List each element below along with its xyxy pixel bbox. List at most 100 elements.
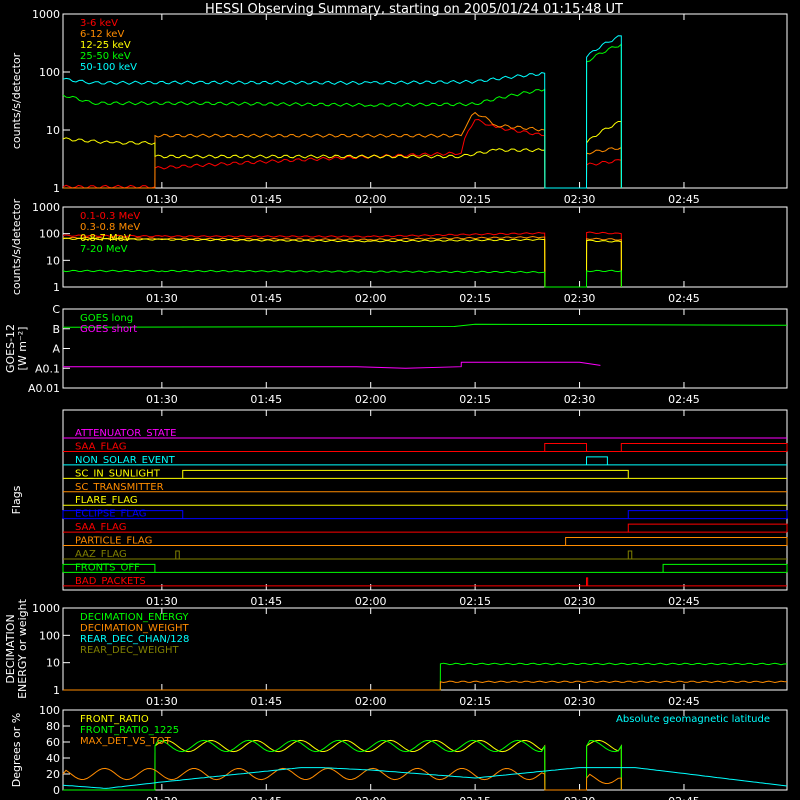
x-tick-label: 01:45 bbox=[250, 292, 282, 305]
legend-entry: MAX_DET_VS_TOT bbox=[80, 736, 172, 747]
series-line bbox=[62, 118, 622, 189]
x-tick-label: 02:15 bbox=[459, 595, 491, 608]
y-tick-label: A0.01 bbox=[28, 382, 60, 395]
x-tick-label: 02:00 bbox=[355, 393, 387, 406]
x-tick-label: 02:45 bbox=[668, 393, 700, 406]
x-tick-label: 02:45 bbox=[668, 795, 700, 800]
y-tick-label: 1 bbox=[53, 684, 60, 697]
flag-segment bbox=[182, 469, 629, 479]
flag-segment bbox=[586, 577, 589, 586]
series-line bbox=[62, 231, 622, 288]
legend-entry: DECIMATION_WEIGHT bbox=[80, 623, 189, 634]
flag-segment bbox=[627, 510, 788, 519]
y-tick-label: A0.1 bbox=[35, 362, 60, 375]
y-tick-label: 10 bbox=[46, 657, 60, 670]
flag-segment bbox=[544, 442, 588, 452]
legend-entry: FRONT_RATIO_1225 bbox=[80, 725, 179, 736]
series-line bbox=[62, 767, 788, 789]
y-tick-label: 100 bbox=[39, 629, 60, 642]
y-tick-label: 1000 bbox=[32, 201, 60, 214]
panel-frame bbox=[62, 13, 788, 189]
series-line bbox=[62, 237, 622, 288]
legend-entry: 0.1-0.3 MeV bbox=[80, 211, 140, 222]
y-tick-label: 100 bbox=[39, 228, 60, 241]
panel-highE: 01:30 01:45 02:00 02:15 02:30 02:45 counts/s/d… bbox=[10, 198, 788, 305]
hessi-summary-chart: HESSI Observing Summary, starting on 200… bbox=[4, 2, 788, 800]
series-line bbox=[63, 739, 622, 791]
series-line bbox=[63, 739, 622, 791]
x-tick-label: 02:45 bbox=[668, 695, 700, 708]
chart-title: HESSI Observing Summary, starting on 200… bbox=[205, 2, 623, 17]
flag-label: SC_IN_SUNLIGHT bbox=[75, 468, 161, 479]
panel-goes: 01:30 01:45 02:00 02:15 02:30 02:45GOES-12 [W … bbox=[4, 303, 788, 406]
flag-segment bbox=[620, 442, 788, 452]
x-tick-label: 02:00 bbox=[355, 695, 387, 708]
flag-label: PARTICLE_FLAG bbox=[75, 536, 152, 547]
x-tick-label: 02:30 bbox=[564, 795, 596, 800]
x-tick-label: 01:30 bbox=[146, 393, 178, 406]
y-tick-label: 20 bbox=[46, 768, 60, 781]
series-line bbox=[62, 121, 622, 189]
flag-segment bbox=[565, 537, 788, 546]
x-tick-label: 02:00 bbox=[355, 595, 387, 608]
x-tick-label: 02:15 bbox=[459, 193, 491, 206]
y-axis-label: counts/s/detector bbox=[10, 198, 23, 295]
panel-frame bbox=[62, 308, 788, 389]
x-tick-label: 02:00 bbox=[355, 795, 387, 800]
x-tick-label: 02:45 bbox=[668, 193, 700, 206]
legend-entry: 3-6 keV bbox=[80, 18, 118, 29]
x-tick-label: 02:15 bbox=[459, 795, 491, 800]
flag-label: NON_SOLAR_EVENT bbox=[75, 455, 176, 466]
panel-lowE: 01:30 01:45 02:00 02:15 02:30 02:45 counts/s/d… bbox=[10, 8, 788, 206]
x-tick-label: 02:00 bbox=[355, 292, 387, 305]
legend-entry: REAR_DEC_CHAN/128 bbox=[80, 634, 189, 645]
panel-flags: 01:30 01:45 02:00 02:15 02:30 02:45 Flags ATTEN… bbox=[10, 409, 788, 608]
y-tick-label: 80 bbox=[46, 720, 60, 733]
legend-entry: GOES long bbox=[80, 313, 133, 324]
flag-segment bbox=[586, 456, 608, 465]
legend-entry: 6-12 keV bbox=[80, 29, 124, 40]
y-tick-label: 1000 bbox=[32, 8, 60, 21]
panel-ratio: 01:30 01:45 02:00 02:15 02:30 02:45 Degrees or… bbox=[10, 704, 788, 800]
x-tick-label: 01:45 bbox=[250, 695, 282, 708]
panel-frame bbox=[62, 206, 788, 288]
flag-segment bbox=[627, 523, 788, 533]
series-line bbox=[62, 35, 622, 189]
x-tick-label: 01:45 bbox=[250, 795, 282, 800]
series-line bbox=[63, 111, 622, 189]
x-tick-label: 02:30 bbox=[564, 292, 596, 305]
legend-entry: DECIMATION_ENERGY bbox=[80, 612, 189, 623]
flag-label: AAZ_FLAG bbox=[75, 549, 127, 560]
legend-entry: FRONT_RATIO bbox=[80, 714, 149, 725]
x-tick-label: 02:30 bbox=[564, 193, 596, 206]
series-line bbox=[62, 43, 622, 189]
flag-label: BAD_PACKETS bbox=[75, 576, 146, 587]
legend-entry: GOES short bbox=[80, 324, 137, 335]
x-tick-label: 01:45 bbox=[250, 393, 282, 406]
legend-entry: 50-100 keV bbox=[80, 62, 137, 73]
panel-decimation: 01:30 01:45 02:00 02:15 02:30 02:45 DECIMATION… bbox=[4, 598, 788, 708]
y-tick-label: B bbox=[52, 323, 60, 336]
legend-entry: 12-25 keV bbox=[80, 40, 131, 51]
y-tick-label: 10 bbox=[46, 254, 60, 267]
series-line bbox=[63, 361, 601, 369]
flag-segment bbox=[627, 550, 633, 559]
y-tick-label: C bbox=[52, 303, 60, 316]
x-tick-label: 01:30 bbox=[146, 795, 178, 800]
flag-label: SC_TRANSMITTER bbox=[75, 482, 164, 493]
y-tick-label: 100 bbox=[39, 66, 60, 79]
flag-label: FLARE_FLAG bbox=[75, 495, 138, 506]
y-tick-label: 10 bbox=[46, 124, 60, 137]
y-tick-label: 100 bbox=[39, 704, 60, 717]
y-tick-label: 40 bbox=[46, 752, 60, 765]
x-tick-label: 02:00 bbox=[355, 193, 387, 206]
series-line bbox=[62, 269, 622, 288]
x-tick-label: 01:30 bbox=[146, 193, 178, 206]
y-axis-label: counts/s/detector bbox=[10, 52, 23, 149]
x-tick-label: 01:45 bbox=[250, 595, 282, 608]
flag-label: SAA_FLAG bbox=[75, 522, 126, 533]
x-tick-label: 01:45 bbox=[250, 193, 282, 206]
legend-entry: 0.3-0.8 MeV bbox=[80, 222, 140, 233]
x-tick-label: 01:30 bbox=[146, 695, 178, 708]
flag-segment bbox=[175, 550, 180, 559]
